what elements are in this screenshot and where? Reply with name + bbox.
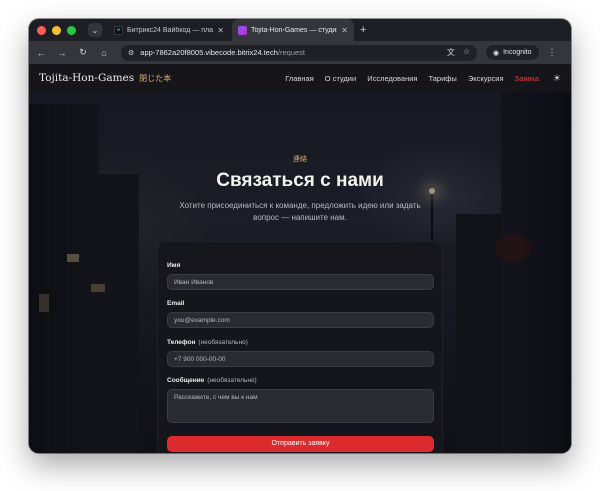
incognito-icon: ◉ xyxy=(493,49,500,57)
site-logo-kanji: 閉じた本 xyxy=(139,73,172,83)
email-label-text: Email xyxy=(167,300,185,307)
name-label: Имя xyxy=(167,262,180,269)
email-placeholder: you@example.com xyxy=(174,317,230,324)
new-tab-icon[interactable]: + xyxy=(360,24,366,36)
message-label-text: Сообщение xyxy=(167,377,205,384)
tab-title: Tojita-Hon-Games — студия xyxy=(251,26,338,34)
message-textarea[interactable]: Расскажите, с чем вы к нам xyxy=(167,389,434,423)
nav-link-research[interactable]: Исследования xyxy=(367,74,417,83)
message-optional-hint: (необязательно) xyxy=(207,377,257,384)
phone-optional-hint: (необязательно) xyxy=(198,339,248,346)
email-input[interactable]: you@example.com xyxy=(167,312,434,328)
window-controls xyxy=(37,25,76,35)
url-path: /request xyxy=(277,48,305,57)
incognito-label: Incognito xyxy=(503,49,532,56)
nav-links: Главная О студии Исследования Тарифы Экс… xyxy=(285,73,561,84)
email-label: Email xyxy=(167,300,184,307)
nav-link-about[interactable]: О студии xyxy=(325,74,356,83)
translate-icon[interactable]: 文 xyxy=(447,47,455,58)
address-bar[interactable]: ⚙ app-7862a20f8005.vibecode.bitrix24.tec… xyxy=(121,44,477,61)
site-info-icon[interactable]: ⚙ xyxy=(128,49,134,57)
phone-placeholder: +7 900 000-00-00 xyxy=(174,356,226,363)
site-logo[interactable]: Tojita-Hon-Games xyxy=(39,72,134,84)
forward-icon[interactable]: → xyxy=(56,48,68,58)
hero-eyebrow: 連絡 xyxy=(293,155,307,163)
bookmark-star-icon[interactable]: ☆ xyxy=(463,47,470,58)
nav-link-home[interactable]: Главная xyxy=(285,74,314,83)
maximize-window-button[interactable] xyxy=(67,25,76,35)
home-icon[interactable]: ⌂ xyxy=(98,48,110,58)
page-title: Связаться с нами xyxy=(216,170,384,191)
page-viewport: Tojita-Hon-Games 閉じた本 Главная О студии И… xyxy=(29,64,571,453)
omnibox-actions: 文 ☆ xyxy=(447,47,470,58)
phone-input[interactable]: +7 900 000-00-00 xyxy=(167,351,434,367)
submit-button[interactable]: Отправить заявку xyxy=(167,436,434,452)
url-text: app-7862a20f8005.vibecode.bitrix24.tech/… xyxy=(140,48,305,57)
nav-link-tour[interactable]: Экскурсия xyxy=(468,74,504,83)
name-input[interactable]: Иван Иванов xyxy=(167,274,434,290)
browser-toolbar: ← → ↻ ⌂ ⚙ app-7862a20f8005.vibecode.bitr… xyxy=(29,41,571,64)
reload-icon[interactable]: ↻ xyxy=(77,47,89,58)
tojita-favicon-icon xyxy=(238,25,247,35)
close-tab-icon[interactable]: ✕ xyxy=(341,26,348,35)
tab-bitrix[interactable]: ∞ Битрикс24 Вайбкод — плат ✕ xyxy=(108,19,230,41)
theme-toggle-sun-icon[interactable]: ☀ xyxy=(553,73,561,84)
back-icon[interactable]: ← xyxy=(35,48,47,58)
minimize-window-button[interactable] xyxy=(52,25,61,35)
nav-link-pricing[interactable]: Тарифы xyxy=(428,74,456,83)
tab-title: Битрикс24 Вайбкод — плат xyxy=(127,26,214,34)
hero-section: 連絡 Связаться с нами Хотите присоединитьс… xyxy=(29,154,571,224)
nav-link-request[interactable]: Заявка xyxy=(515,74,539,83)
url-host: app-7862a20f8005.vibecode.bitrix24.tech xyxy=(140,48,278,57)
site-navbar: Tojita-Hon-Games 閉じた本 Главная О студии И… xyxy=(29,64,571,92)
tab-tojita[interactable]: Tojita-Hon-Games — студия ✕ xyxy=(232,19,354,41)
tab-strip: ⌄ ∞ Битрикс24 Вайбкод — плат ✕ Tojita-Ho… xyxy=(29,19,571,41)
phone-label: Телефон (необязательно) xyxy=(167,339,248,346)
close-tab-icon[interactable]: ✕ xyxy=(217,26,224,35)
contact-form: Имя Иван Иванов Email you@example.com Те… xyxy=(157,241,443,453)
bitrix-favicon-icon: ∞ xyxy=(114,25,123,35)
close-window-button[interactable] xyxy=(37,25,46,35)
phone-label-text: Телефон xyxy=(167,339,196,346)
browser-menu-icon[interactable]: ⋮ xyxy=(548,47,557,58)
name-label-text: Имя xyxy=(167,262,181,269)
browser-window: ⌄ ∞ Битрикс24 Вайбкод — плат ✕ Tojita-Ho… xyxy=(29,19,571,453)
message-label: Сообщение (необязательно) xyxy=(167,377,257,384)
name-placeholder: Иван Иванов xyxy=(174,279,214,286)
page-subtitle: Хотите присоединиться к команде, предлож… xyxy=(179,201,421,222)
tab-search-icon[interactable]: ⌄ xyxy=(88,23,102,37)
incognito-badge[interactable]: ◉ Incognito xyxy=(486,45,539,60)
message-placeholder: Расскажите, с чем вы к нам xyxy=(174,394,258,401)
